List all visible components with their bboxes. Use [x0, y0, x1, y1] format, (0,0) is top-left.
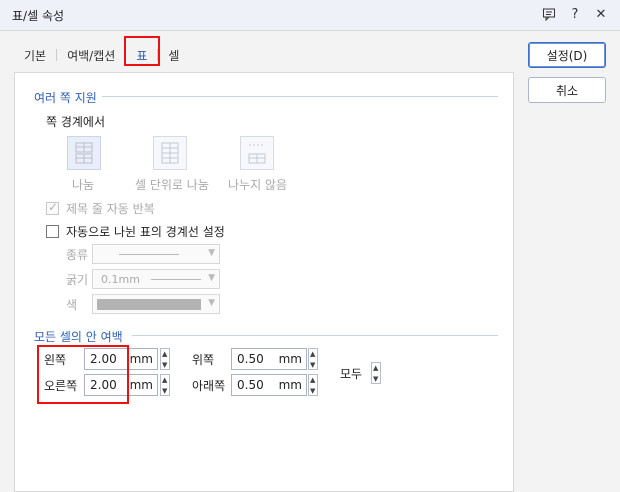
section-title-cell-margin: 모든 셀의 안 여백 [34, 330, 123, 344]
title-bar: 표/셀 속성 ? ✕ [0, 0, 620, 31]
split-option-split-label: 나눔 [72, 178, 95, 192]
arrow-down-icon: ▼ [310, 387, 316, 395]
repeat-header-checkbox[interactable]: ✓ [46, 200, 59, 215]
split-option-cell[interactable] [153, 136, 187, 170]
top-margin-value: 0.50 [237, 352, 264, 366]
chevron-down-icon: ▼ [208, 273, 215, 283]
split-option-none[interactable] [240, 136, 274, 170]
right-margin-stepper[interactable]: ▲ ▼ [160, 374, 170, 396]
auto-border-label: 자동으로 나뉜 표의 경계선 설정 [66, 225, 225, 239]
arrow-down-icon: ▼ [310, 361, 316, 369]
unit-label: mm [278, 352, 302, 366]
section-divider [132, 335, 498, 336]
split-option-cell-label: 셀 단위로 나눔 [135, 178, 209, 192]
top-margin-input[interactable]: 0.50 mm [231, 348, 307, 370]
table-split-icon [75, 142, 93, 164]
tab-basic[interactable]: 기본 [14, 47, 56, 64]
arrow-up-icon: ▲ [310, 350, 316, 358]
tab-table[interactable]: 표 [124, 35, 161, 66]
arrow-down-icon: ▼ [162, 361, 168, 369]
bottom-margin-stepper[interactable]: ▲ ▼ [308, 374, 318, 396]
bottom-margin-value: 0.50 [237, 378, 264, 392]
help-icon[interactable]: ? [566, 5, 584, 23]
line-thickness-select[interactable]: 0.1mm ▼ [92, 269, 220, 289]
tab-panel [14, 72, 514, 492]
section-title-multi-page: 여러 쪽 지원 [34, 91, 97, 105]
top-margin-label: 위쪽 [192, 353, 215, 367]
checkmark-icon: ✓ [48, 200, 59, 214]
arrow-down-icon: ▼ [373, 375, 379, 383]
table-cell-split-icon [161, 142, 179, 164]
arrow-up-icon: ▲ [310, 376, 316, 384]
bottom-margin-input[interactable]: 0.50 mm [231, 374, 307, 396]
cancel-button[interactable]: 취소 [528, 77, 606, 103]
tab-margin-caption[interactable]: 여백/캡션 [57, 47, 125, 64]
comment-icon[interactable] [540, 5, 558, 23]
all-margin-stepper[interactable]: ▲ ▼ [371, 362, 381, 384]
tab-cell[interactable]: 셀 [158, 47, 189, 64]
highlight-box [37, 345, 129, 404]
split-option-none-label: 나누지 않음 [228, 178, 288, 192]
color-swatch [97, 299, 201, 310]
arrow-up-icon: ▲ [162, 376, 168, 384]
chevron-down-icon: ▼ [208, 298, 215, 308]
unit-label: mm [129, 378, 153, 392]
highlight-box [124, 35, 161, 66]
line-color-select[interactable]: ▼ [92, 294, 220, 314]
unit-label: mm [278, 378, 302, 392]
arrow-up-icon: ▲ [373, 364, 379, 372]
split-option-split[interactable] [67, 136, 101, 170]
auto-border-checkbox[interactable] [46, 225, 59, 238]
type-label: 종류 [66, 248, 89, 262]
thickness-value: 0.1mm [101, 272, 140, 286]
left-margin-stepper[interactable]: ▲ ▼ [160, 348, 170, 370]
arrow-up-icon: ▲ [162, 350, 168, 358]
tab-bar: 기본 여백/캡션 표 셀 [14, 35, 189, 70]
bottom-margin-label: 아래쪽 [192, 379, 226, 393]
line-sample [151, 279, 201, 280]
chevron-down-icon: ▼ [208, 248, 215, 258]
table-no-split-icon [248, 144, 266, 164]
unit-label: mm [129, 352, 153, 366]
line-sample [119, 254, 179, 255]
all-margin-label: 모두 [340, 367, 363, 381]
section-divider [102, 96, 498, 97]
line-type-select[interactable]: ▼ [92, 244, 220, 264]
ok-button[interactable]: 설정(D) [528, 42, 606, 68]
close-icon[interactable]: ✕ [592, 5, 610, 23]
arrow-down-icon: ▼ [162, 387, 168, 395]
thickness-label: 굵기 [66, 273, 89, 287]
window-title: 표/셀 속성 [12, 9, 65, 23]
repeat-header-label: 제목 줄 자동 반복 [66, 202, 155, 216]
color-label: 색 [66, 298, 78, 312]
boundary-label: 쪽 경계에서 [46, 115, 106, 129]
top-margin-stepper[interactable]: ▲ ▼ [308, 348, 318, 370]
